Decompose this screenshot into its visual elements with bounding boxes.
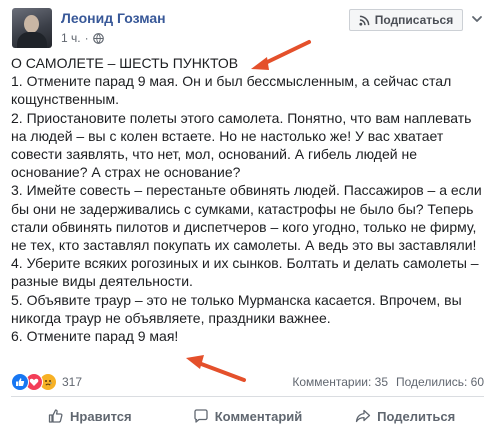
avatar-body (17, 32, 47, 48)
like-icon (11, 373, 29, 391)
post-point-6: 6. Отмените парад 9 мая! (11, 328, 179, 345)
separator-dot: · (84, 31, 89, 45)
comment-label: Комментарий (214, 408, 303, 424)
post-point-2: 2. Приостановите полеты этого самолета. … (11, 109, 472, 181)
subscribe-button[interactable]: Подписаться (349, 9, 463, 31)
reactions-summary[interactable]: 317 (11, 373, 82, 391)
post-text: О САМОЛЕТЕ – ШЕСТЬ ПУНКТОВ 1. Отмените п… (11, 54, 489, 345)
post-point-3: 3. Имейте совесть – перестаньте обвинять… (11, 182, 482, 254)
post-point-5: 5. Объявите траур – это не только Мурман… (11, 291, 462, 326)
post-meta: 1 ч. · (61, 31, 104, 45)
comment-icon (194, 409, 208, 423)
author-name[interactable]: Леонид Гозман (61, 10, 166, 26)
post-point-4: 4. Уберите всяких рогозиных и их сынков.… (11, 255, 479, 290)
subscribe-label: Подписаться (374, 13, 454, 27)
like-button[interactable]: Нравится (11, 400, 169, 432)
shares-count[interactable]: Поделились: 60 (396, 375, 484, 389)
reaction-count: 317 (62, 375, 83, 389)
rss-icon (359, 15, 370, 26)
annotation-arrow-top (251, 40, 311, 70)
post-point-1: 1. Отмените парад 9 мая. Он и был бессмы… (11, 73, 452, 108)
annotation-arrow-bottom (186, 355, 246, 382)
actions-divider (11, 396, 484, 397)
chevron-down-icon[interactable] (470, 12, 484, 26)
share-button[interactable]: Поделиться (326, 400, 484, 432)
post-timestamp[interactable]: 1 ч. (61, 31, 81, 45)
comments-count[interactable]: Комментарии: 35 (292, 375, 388, 389)
share-icon (356, 409, 371, 423)
like-label: Нравится (70, 408, 132, 424)
action-bar: Нравится Комментарий Поделиться (11, 400, 484, 432)
post-stats: Комментарии: 35 Поделились: 60 (292, 375, 484, 389)
globe-icon[interactable] (92, 32, 104, 44)
avatar[interactable] (12, 8, 52, 48)
thumbs-up-icon (48, 409, 63, 423)
avatar-head (24, 15, 39, 33)
comment-button[interactable]: Комментарий (169, 400, 327, 432)
share-label: Поделиться (377, 408, 456, 424)
